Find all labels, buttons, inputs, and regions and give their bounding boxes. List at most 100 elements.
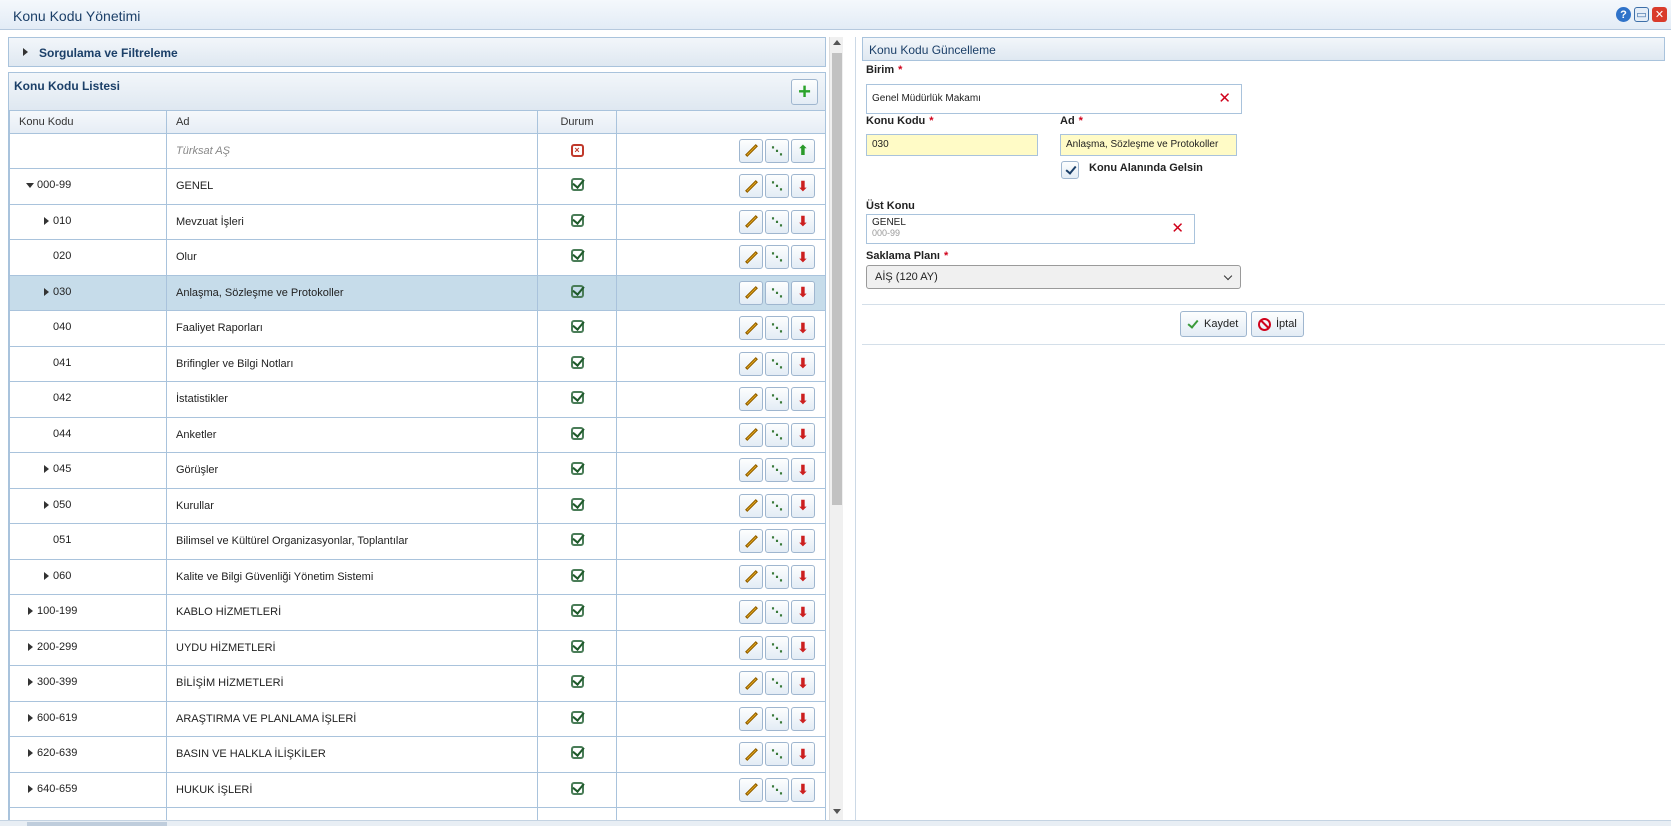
add-child-button[interactable]: ⋱ (765, 635, 789, 660)
edit-button[interactable] (739, 493, 763, 518)
move-down-button[interactable]: ⬇ (791, 245, 815, 270)
expand-icon[interactable] (41, 500, 51, 510)
expand-icon[interactable] (41, 571, 51, 581)
add-topic-button[interactable]: + (791, 79, 818, 105)
table-row[interactable]: 020 Olur ⋱ ⬇ (9, 239, 825, 276)
edit-button[interactable] (739, 706, 763, 731)
table-row[interactable]: Türksat AŞ × ⋱ ⬆ (9, 132, 825, 169)
expand-icon[interactable] (25, 606, 35, 616)
edit-button[interactable] (739, 174, 763, 199)
column-header-status[interactable]: Durum (537, 111, 617, 134)
move-down-button[interactable]: ⬇ (791, 422, 815, 447)
expand-icon[interactable] (25, 784, 35, 794)
add-child-button[interactable]: ⋱ (765, 316, 789, 341)
expand-icon[interactable] (25, 713, 35, 723)
konu-kodu-input[interactable]: 030 (866, 134, 1038, 156)
horizontal-scrollbar-thumb[interactable] (27, 822, 167, 826)
ust-konu-field[interactable]: GENEL 000-99 ✕ (866, 214, 1195, 244)
edit-button[interactable] (739, 138, 763, 163)
saklama-plani-select[interactable]: AİŞ (120 AY) (866, 265, 1241, 289)
cancel-button[interactable]: İptal (1251, 311, 1304, 337)
expand-icon[interactable] (41, 287, 51, 297)
horizontal-scrollbar[interactable] (0, 820, 1671, 826)
table-row[interactable]: 600-619 ARAŞTIRMA VE PLANLAMA İŞLERİ ⋱ ⬇ (9, 700, 825, 737)
move-down-button[interactable]: ⬇ (791, 387, 815, 412)
edit-button[interactable] (739, 635, 763, 660)
add-child-button[interactable]: ⋱ (765, 280, 789, 305)
move-down-button[interactable]: ⬇ (791, 706, 815, 731)
move-down-button[interactable]: ⬇ (791, 529, 815, 554)
table-row[interactable]: 060 Kalite ve Bilgi Güvenliği Yönetim Sis… (9, 558, 825, 595)
add-child-button[interactable]: ⋱ (765, 138, 789, 163)
edit-button[interactable] (739, 209, 763, 234)
edit-button[interactable] (739, 458, 763, 483)
edit-button[interactable] (739, 529, 763, 554)
move-down-button[interactable]: ⬇ (791, 458, 815, 483)
add-child-button[interactable]: ⋱ (765, 493, 789, 518)
column-header-name[interactable]: Ad (166, 111, 538, 134)
edit-button[interactable] (739, 387, 763, 412)
edit-button[interactable] (739, 422, 763, 447)
table-row[interactable]: 010 Mevzuat İşleri ⋱ ⬇ (9, 203, 825, 240)
add-child-button[interactable]: ⋱ (765, 245, 789, 270)
add-child-button[interactable]: ⋱ (765, 387, 789, 412)
table-row[interactable]: 040 Faaliyet Raporları ⋱ ⬇ (9, 310, 825, 347)
add-child-button[interactable]: ⋱ (765, 777, 789, 802)
add-child-button[interactable]: ⋱ (765, 529, 789, 554)
add-child-button[interactable]: ⋱ (765, 174, 789, 199)
move-down-button[interactable]: ⬇ (791, 600, 815, 625)
table-row[interactable]: 051 Bilimsel ve Kültürel Organizasyonlar,… (9, 523, 825, 560)
expand-icon[interactable] (41, 216, 51, 226)
table-row[interactable]: 620-639 BASIN VE HALKLA İLİŞKİLER ⋱ ⬇ (9, 736, 825, 773)
ad-input[interactable]: Anlaşma, Sözleşme ve Protokoller (1060, 134, 1237, 156)
expand-icon[interactable] (41, 464, 51, 474)
move-down-button[interactable]: ⬇ (791, 209, 815, 234)
birim-field[interactable]: Genel Müdürlük Makamı ✕ (866, 84, 1242, 114)
column-header-code[interactable]: Konu Kodu (9, 111, 167, 134)
move-down-button[interactable]: ⬇ (791, 635, 815, 660)
table-row[interactable]: 042 İstatistikler ⋱ ⬇ (9, 381, 825, 418)
table-row[interactable]: 100-199 KABLO HİZMETLERİ ⋱ ⬇ (9, 594, 825, 631)
table-row[interactable]: 000-99 GENEL ⋱ ⬇ (9, 168, 825, 205)
table-row[interactable]: 640-659 HUKUK İŞLERİ ⋱ ⬇ (9, 771, 825, 808)
edit-button[interactable] (739, 564, 763, 589)
table-row[interactable]: 300-399 BİLİŞİM HİZMETLERİ ⋱ ⬇ (9, 665, 825, 702)
save-button[interactable]: Kaydet (1180, 311, 1247, 337)
add-child-button[interactable]: ⋱ (765, 600, 789, 625)
expand-icon[interactable] (25, 748, 35, 758)
clear-ust-konu-icon[interactable]: ✕ (1171, 221, 1184, 236)
edit-button[interactable] (739, 316, 763, 341)
edit-button[interactable] (739, 245, 763, 270)
maximize-icon[interactable]: ▭ (1634, 7, 1649, 22)
add-child-button[interactable]: ⋱ (765, 458, 789, 483)
collapse-icon[interactable] (25, 180, 35, 190)
add-child-button[interactable]: ⋱ (765, 671, 789, 696)
expand-icon[interactable] (25, 677, 35, 687)
move-up-button[interactable]: ⬆ (791, 138, 815, 163)
move-down-button[interactable]: ⬇ (791, 351, 815, 376)
table-row[interactable]: 045 Görüşler ⋱ ⬇ (9, 452, 825, 489)
table-row[interactable] (9, 807, 825, 820)
vertical-scrollbar[interactable] (829, 37, 843, 821)
move-down-button[interactable]: ⬇ (791, 777, 815, 802)
edit-button[interactable] (739, 351, 763, 376)
add-child-button[interactable]: ⋱ (765, 422, 789, 447)
edit-button[interactable] (739, 280, 763, 305)
move-down-button[interactable]: ⬇ (791, 174, 815, 199)
move-down-button[interactable]: ⬇ (791, 493, 815, 518)
move-down-button[interactable]: ⬇ (791, 316, 815, 341)
move-down-button[interactable]: ⬇ (791, 671, 815, 696)
add-child-button[interactable]: ⋱ (765, 564, 789, 589)
add-child-button[interactable]: ⋱ (765, 351, 789, 376)
table-row[interactable]: 050 Kurullar ⋱ ⬇ (9, 487, 825, 524)
konu-alaninda-gelsin-checkbox[interactable] (1061, 161, 1079, 179)
edit-button[interactable] (739, 600, 763, 625)
close-icon[interactable]: ✕ (1652, 7, 1667, 22)
scroll-down-icon[interactable] (833, 809, 841, 814)
table-row[interactable]: 200-299 UYDU HİZMETLERİ ⋱ ⬇ (9, 629, 825, 666)
help-icon[interactable]: ? (1616, 7, 1631, 22)
scrollbar-thumb[interactable] (832, 53, 842, 505)
filter-accordion[interactable]: Sorgulama ve Filtreleme (8, 37, 826, 67)
table-row[interactable]: 044 Anketler ⋱ ⬇ (9, 416, 825, 453)
move-down-button[interactable]: ⬇ (791, 742, 815, 767)
